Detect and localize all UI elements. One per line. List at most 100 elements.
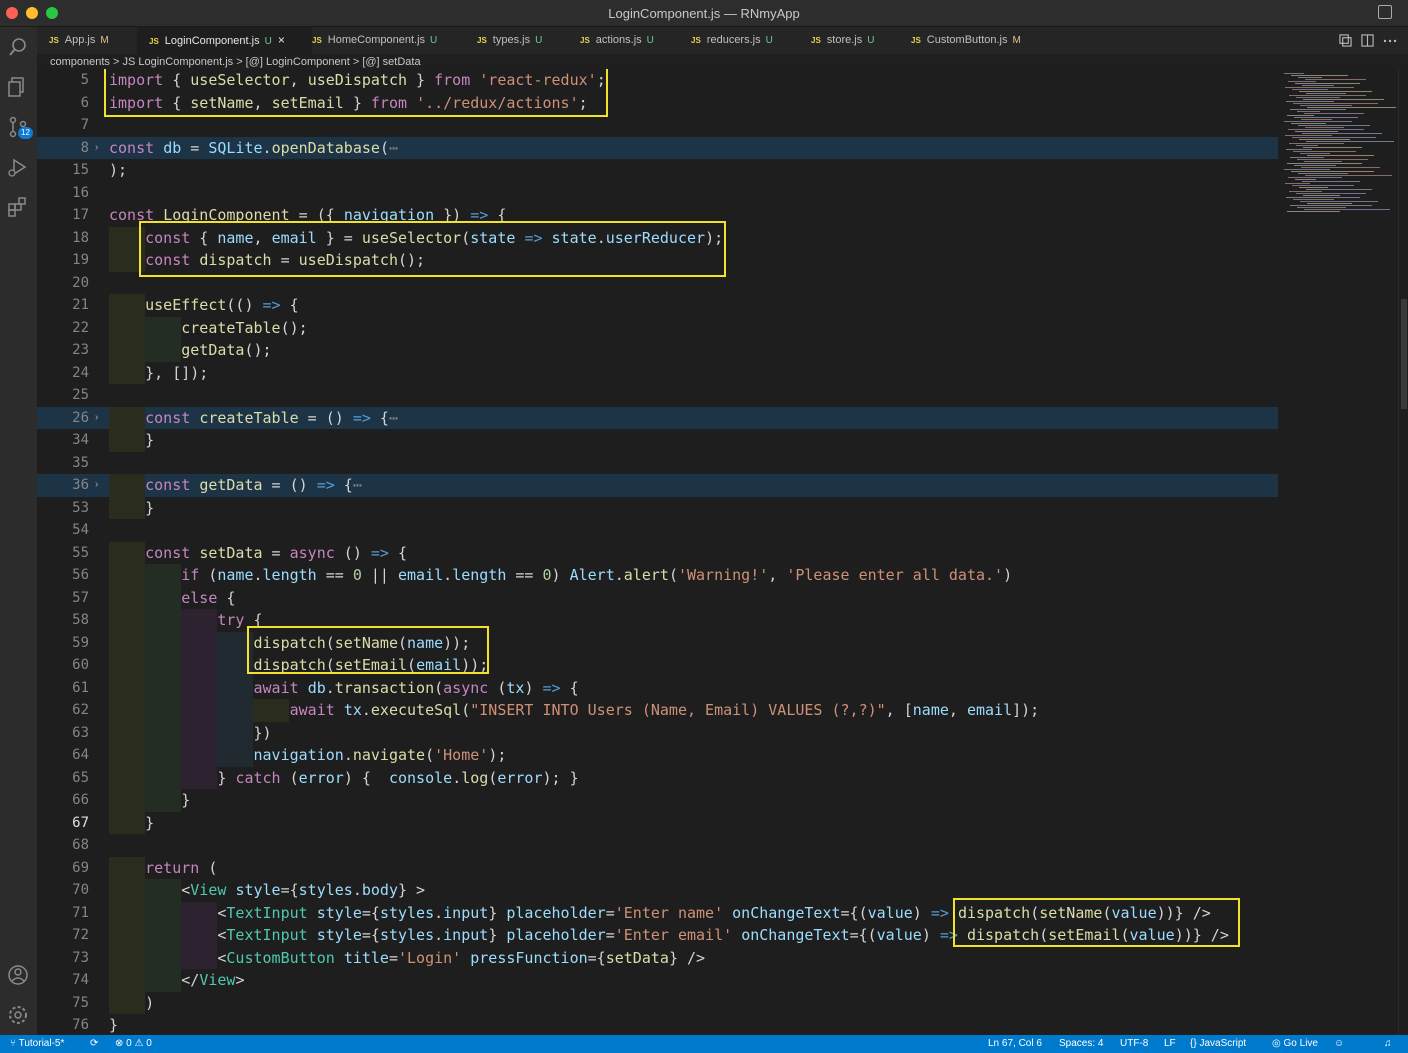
fold-chevron-icon[interactable]: › bbox=[95, 412, 98, 424]
search-icon[interactable] bbox=[6, 35, 30, 59]
tab-store-js[interactable]: JS store.js U bbox=[799, 27, 911, 54]
code-line[interactable]: 58 try { bbox=[37, 609, 1278, 632]
code-line[interactable]: 15); bbox=[37, 159, 1278, 182]
line-number: 21 bbox=[72, 297, 89, 313]
tab-app-js[interactable]: JS App.js M bbox=[37, 27, 149, 54]
code-line[interactable]: 16 bbox=[37, 182, 1278, 205]
code-line[interactable]: 20 bbox=[37, 272, 1278, 295]
code-text: const createTable = () => {⋯ bbox=[145, 408, 398, 427]
line-number: 63 bbox=[72, 724, 89, 741]
accounts-icon[interactable] bbox=[6, 963, 30, 987]
cursor-position[interactable]: Ln 67, Col 6 bbox=[988, 1038, 1042, 1049]
split-editor-icon[interactable] bbox=[1361, 34, 1374, 47]
code-line[interactable]: 72 <TextInput style={styles.input} place… bbox=[37, 924, 1278, 947]
code-text: </View> bbox=[109, 971, 245, 989]
code-line[interactable]: 74 </View> bbox=[37, 969, 1278, 992]
line-number: 72 bbox=[72, 927, 89, 943]
breadcrumb[interactable]: components > JS LoginComponent.js > [@] … bbox=[50, 56, 421, 69]
run-debug-icon[interactable] bbox=[6, 155, 30, 179]
code-line[interactable]: 17 const LoginComponent = ({ navigation }… bbox=[37, 204, 1278, 227]
code-line[interactable]: 34 } bbox=[37, 429, 1278, 452]
code-line[interactable]: 54 bbox=[37, 519, 1278, 542]
code-text: ); bbox=[109, 161, 128, 179]
layout-icon[interactable] bbox=[1378, 5, 1392, 19]
git-status-badge: M bbox=[1012, 35, 1021, 46]
go-live-button[interactable]: ◎ Go Live bbox=[1272, 1038, 1318, 1049]
js-file-icon: JS bbox=[691, 36, 701, 45]
more-actions-icon[interactable] bbox=[1383, 34, 1397, 47]
code-line[interactable]: 65 } catch (error) { console.log(error);… bbox=[37, 766, 1278, 789]
code-line[interactable]: 57 else { bbox=[37, 586, 1278, 609]
code-line[interactable]: 35 bbox=[37, 452, 1278, 475]
tab-custom-button-js[interactable]: JS CustomButton.js M bbox=[899, 27, 1051, 54]
code-text: await db.transaction(async (tx) => { bbox=[253, 678, 579, 697]
minimap-line bbox=[1296, 145, 1318, 146]
code-line[interactable]: 22 createTable(); bbox=[37, 316, 1278, 339]
code-line[interactable]: 75 ) bbox=[37, 991, 1278, 1014]
code-line[interactable]: 36 › const getData = () => {⋯ bbox=[37, 474, 1278, 497]
problems-status[interactable]: ⊗ 0 ⚠ 0 bbox=[115, 1038, 152, 1049]
code-line[interactable]: 18 const { name, email } = useSelector(s… bbox=[37, 226, 1278, 249]
indentation[interactable]: Spaces: 4 bbox=[1059, 1038, 1103, 1049]
code-line[interactable]: 25 bbox=[37, 384, 1278, 407]
language-mode[interactable]: {} JavaScript bbox=[1190, 1038, 1246, 1049]
code-line[interactable]: 24 }, []); bbox=[37, 361, 1278, 384]
tab-actions-js[interactable]: JS actions.js U bbox=[568, 27, 691, 54]
code-line[interactable]: 71 <TextInput style={styles.input} place… bbox=[37, 901, 1278, 924]
tab-label: actions.js bbox=[595, 34, 642, 46]
code-line[interactable]: 67 } bbox=[37, 811, 1278, 834]
fold-chevron-icon[interactable]: › bbox=[95, 142, 98, 154]
code-line[interactable]: 7 bbox=[37, 114, 1278, 137]
code-line[interactable]: 61 await db.transaction(async (tx) => { bbox=[37, 676, 1278, 699]
code-line[interactable]: 68 bbox=[37, 834, 1278, 857]
broadcast-icon: ◎ bbox=[1272, 1038, 1281, 1049]
code-line[interactable]: 63 }) bbox=[37, 721, 1278, 744]
code-line[interactable]: 23 getData(); bbox=[37, 339, 1278, 362]
code-line[interactable]: 5 import { useSelector, useDispatch } fro… bbox=[37, 69, 1278, 92]
code-line[interactable]: 76} bbox=[37, 1014, 1278, 1035]
notifications-bell-icon[interactable]: ♫ bbox=[1384, 1038, 1392, 1049]
fold-chevron-icon[interactable]: › bbox=[95, 479, 98, 491]
code-line[interactable]: 59 dispatch(setName(name)); bbox=[37, 631, 1278, 654]
extensions-icon[interactable] bbox=[6, 195, 30, 219]
tab-types-js[interactable]: JS types.js U bbox=[465, 27, 580, 54]
line-number: 64 bbox=[72, 747, 89, 763]
code-line[interactable]: 6 import { setName, setEmail } from '../r… bbox=[37, 92, 1278, 115]
code-line[interactable]: 8 › const db = SQLite.openDatabase(⋯ bbox=[37, 136, 1278, 159]
code-line[interactable]: 60 dispatch(setEmail(email)); bbox=[37, 654, 1278, 677]
code-line[interactable]: 69 return ( bbox=[37, 856, 1278, 879]
code-line[interactable]: 53 } bbox=[37, 496, 1278, 519]
compare-changes-icon[interactable] bbox=[1339, 34, 1352, 47]
minimap[interactable] bbox=[1278, 69, 1398, 1035]
code-line[interactable]: 64 navigation.navigate('Home'); bbox=[37, 744, 1278, 767]
code-line[interactable]: 26 › const createTable = () => {⋯ bbox=[37, 406, 1278, 429]
tab-home-component-js[interactable]: JS HomeComponent.js U bbox=[300, 27, 477, 54]
code-line[interactable]: 55 const setData = async () => { bbox=[37, 541, 1278, 564]
close-tab-icon[interactable]: × bbox=[278, 33, 285, 47]
code-editor[interactable]: 5 import { useSelector, useDispatch } fro… bbox=[37, 69, 1278, 1035]
sync-icon[interactable]: ⟳ bbox=[90, 1038, 98, 1049]
code-text: if (name.length == 0 || email.length == … bbox=[181, 566, 1013, 584]
tab-login-component-js[interactable]: JS LoginComponent.js U × bbox=[137, 27, 312, 54]
explorer-icon[interactable] bbox=[6, 75, 30, 99]
code-line[interactable]: 56 if (name.length == 0 || email.length … bbox=[37, 564, 1278, 587]
gear-icon[interactable] bbox=[6, 1003, 30, 1027]
line-ending[interactable]: LF bbox=[1164, 1038, 1176, 1049]
scrollbar-thumb[interactable] bbox=[1401, 299, 1407, 409]
branch-status[interactable]: ⑂ Tutorial-5* bbox=[10, 1038, 64, 1049]
minimap-line bbox=[1305, 175, 1392, 176]
tab-reducers-js[interactable]: JS reducers.js U bbox=[679, 27, 811, 54]
code-line[interactable]: 21 useEffect(() => { bbox=[37, 294, 1278, 317]
vertical-scrollbar[interactable] bbox=[1398, 69, 1408, 1035]
minimap-line bbox=[1289, 143, 1344, 144]
account-icon[interactable]: ☺ bbox=[1334, 1038, 1344, 1049]
line-number: 20 bbox=[72, 274, 89, 291]
code-line[interactable]: 62 await tx.executeSql("INSERT INTO User… bbox=[37, 699, 1278, 722]
code-line[interactable]: 66 } bbox=[37, 789, 1278, 812]
minimap-line bbox=[1298, 173, 1348, 174]
encoding[interactable]: UTF-8 bbox=[1120, 1038, 1148, 1049]
line-number: 68 bbox=[72, 837, 89, 853]
code-line[interactable]: 70 <View style={styles.body} > bbox=[37, 879, 1278, 902]
code-line[interactable]: 19 const dispatch = useDispatch(); bbox=[37, 249, 1278, 272]
code-line[interactable]: 73 <CustomButton title='Login' pressFunc… bbox=[37, 946, 1278, 969]
